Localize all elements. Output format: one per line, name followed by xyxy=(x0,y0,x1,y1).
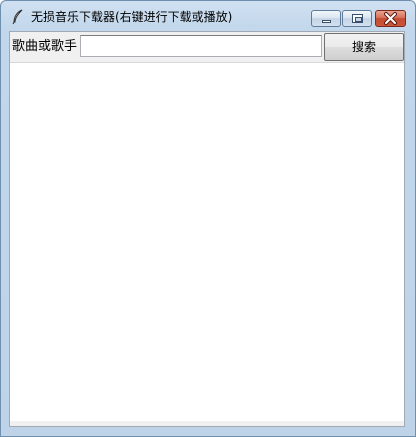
minimize-button[interactable] xyxy=(311,10,341,27)
search-label: 歌曲或歌手 xyxy=(12,39,78,54)
search-input[interactable] xyxy=(80,35,322,57)
bottom-strip xyxy=(10,421,404,426)
search-button[interactable]: 搜索 xyxy=(324,33,404,61)
feather-quill-icon xyxy=(12,9,23,25)
search-bar: 歌曲或歌手 搜索 xyxy=(10,32,404,62)
title-bar[interactable]: 无损音乐下载器(右键进行下载或播放) xyxy=(1,1,415,31)
results-list[interactable] xyxy=(10,62,404,421)
app-window: 无损音乐下载器(右键进行下载或播放) 歌曲或歌手 搜索 xyxy=(0,0,416,437)
close-button[interactable] xyxy=(375,10,406,27)
maximize-button[interactable] xyxy=(342,10,372,27)
minimize-icon xyxy=(322,20,331,23)
main-panel: 歌曲或歌手 搜索 xyxy=(9,31,405,427)
maximize-icon xyxy=(352,14,363,23)
window-title: 无损音乐下载器(右键进行下载或播放) xyxy=(31,10,233,24)
close-icon xyxy=(384,12,397,25)
